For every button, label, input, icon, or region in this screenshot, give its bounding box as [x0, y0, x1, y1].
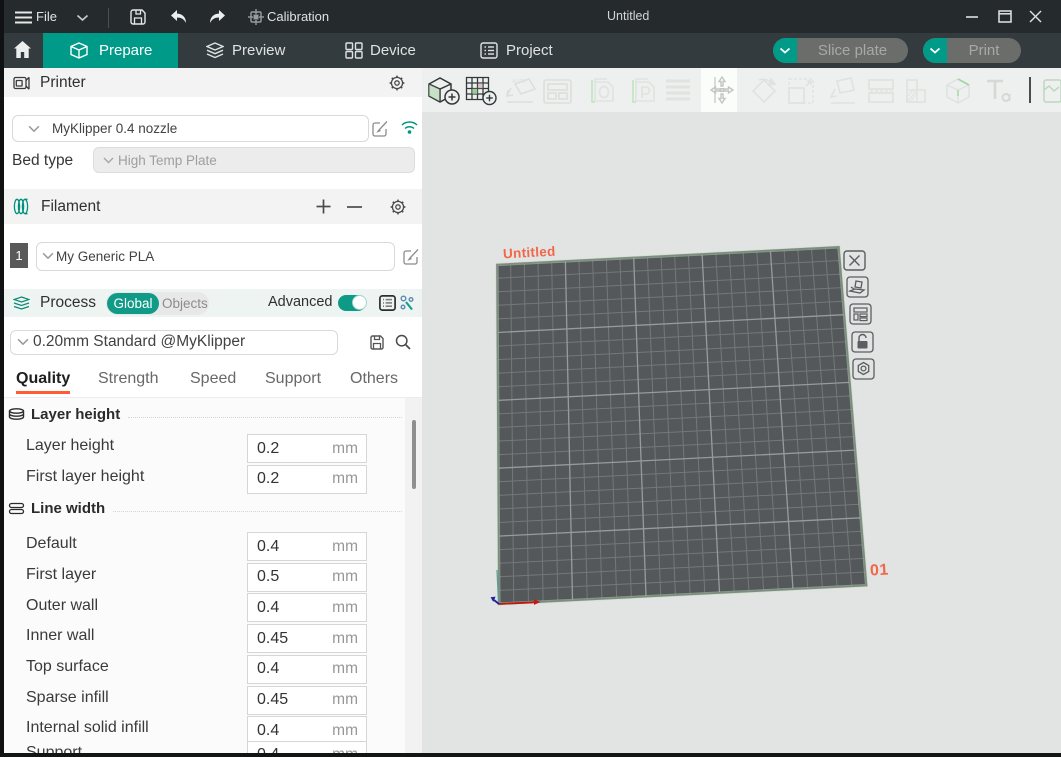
svg-text:AUTO: AUTO	[512, 79, 526, 85]
